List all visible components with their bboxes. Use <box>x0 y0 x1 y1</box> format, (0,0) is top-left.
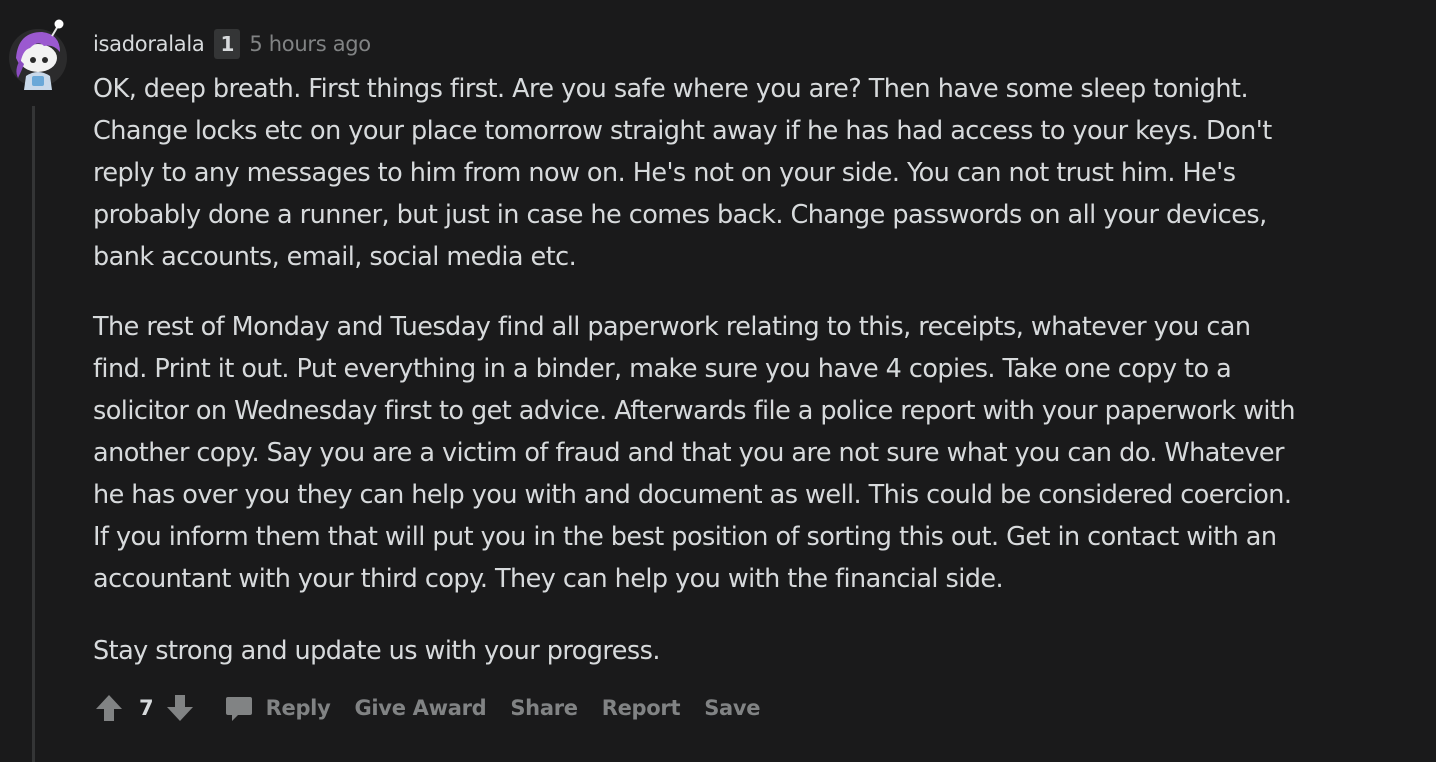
snoo-avatar-icon <box>9 19 67 90</box>
arrow-up-icon <box>96 695 122 721</box>
comment-paragraph: The rest of Monday and Tuesday find all … <box>93 306 1393 600</box>
give-award-label: Give Award <box>354 696 487 720</box>
comment-line: accountant with your third copy. They ca… <box>93 564 1004 594</box>
comment-timestamp[interactable]: 5 hours ago <box>249 32 371 56</box>
user-flair: 1 <box>214 29 241 59</box>
report-button[interactable]: Report <box>601 696 681 720</box>
upvote-button[interactable] <box>93 692 125 724</box>
comment-line: The rest of Monday and Tuesday find all … <box>93 312 1251 342</box>
comment-body: OK, deep breath. First things first. Are… <box>93 68 1393 672</box>
reply-label: Reply <box>265 696 331 720</box>
comment-line: Change locks etc on your place tomorrow … <box>93 116 1272 146</box>
save-button[interactable]: Save <box>704 696 760 720</box>
comment-line: Stay strong and update us with your prog… <box>93 636 661 666</box>
reply-button[interactable]: Reply <box>224 693 331 723</box>
report-label: Report <box>601 696 681 720</box>
comment-line: OK, deep breath. First things first. Are… <box>93 74 1249 104</box>
share-button[interactable]: Share <box>510 696 578 720</box>
comment-line: another copy. Say you are a victim of fr… <box>93 438 1285 468</box>
speech-bubble-icon <box>224 693 254 723</box>
comment-line: bank accounts, email, social media etc. <box>93 242 577 272</box>
comment-actions: 7 Reply Give Award Share Report Save <box>93 688 761 728</box>
comment-paragraph: Stay strong and update us with your prog… <box>93 630 1393 672</box>
vote-score: 7 <box>139 696 154 720</box>
give-award-button[interactable]: Give Award <box>354 696 486 720</box>
comment-line: reply to any messages to him from now on… <box>93 158 1236 188</box>
comment-paragraph: OK, deep breath. First things first. Are… <box>93 68 1393 278</box>
comment: isadoralala 1 5 hours ago OK, deep breat… <box>0 0 1436 762</box>
author-username[interactable]: isadoralala <box>93 32 205 56</box>
comment-header: isadoralala 1 5 hours ago <box>93 28 371 60</box>
comment-line: find. Print it out. Put everything in a … <box>93 354 1232 384</box>
thread-collapse-line[interactable] <box>32 106 35 762</box>
comment-line: probably done a runner, but just in case… <box>93 200 1267 230</box>
avatar[interactable] <box>8 18 68 90</box>
comment-line: he has over you they can help you with a… <box>93 480 1292 510</box>
downvote-button[interactable] <box>164 692 196 724</box>
arrow-down-icon <box>166 695 193 721</box>
save-label: Save <box>704 696 761 720</box>
comment-line: If you inform them that will put you in … <box>93 522 1277 552</box>
comment-line: solicitor on Wednesday first to get advi… <box>93 396 1296 426</box>
share-label: Share <box>510 696 578 720</box>
